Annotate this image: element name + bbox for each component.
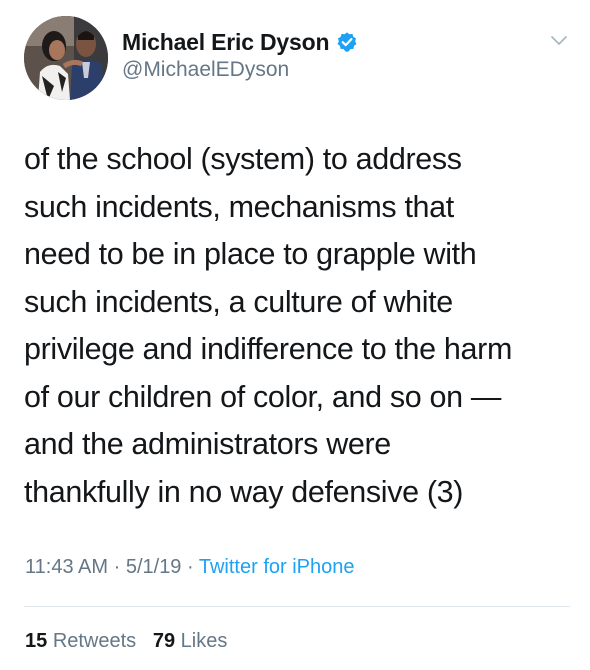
tweet-text: of the school (system) to address such i… [24, 136, 569, 516]
tweet-text-line: privilege and indifference to the harm [24, 332, 512, 366]
tweet-time[interactable]: 11:43 AM [25, 556, 108, 578]
tweet-stats: 15 Retweets 79 Likes [25, 630, 227, 653]
tweet-meta: 11:43 AM · 5/1/19 · Twitter for iPhone [25, 556, 355, 579]
verified-badge-icon [336, 31, 358, 53]
tweet-text-line: need to be in place to grapple with [24, 237, 477, 271]
tweet-text-line: such incidents, mechanisms that [24, 189, 454, 224]
tweet-text-line: thankfully in no way defensive (3) [24, 474, 464, 509]
meta-separator: · [113, 556, 121, 578]
tweet-source-link[interactable]: Twitter for iPhone [199, 556, 355, 578]
author-block: Michael Eric Dyson @MichaelEDyson [122, 28, 358, 82]
avatar[interactable] [24, 16, 108, 100]
chevron-down-icon[interactable] [550, 34, 568, 46]
tweet-text-line: such incidents, a culture of white [24, 284, 453, 319]
tweet-card: Michael Eric Dyson @MichaelEDyson of the… [0, 0, 590, 670]
divider [24, 606, 570, 607]
profile-photo-icon [24, 16, 108, 100]
retweets-count: 15 [25, 630, 48, 652]
likes-count: 79 [152, 630, 176, 652]
retweets-stat[interactable]: 15 Retweets [25, 630, 136, 652]
tweet-text-line: of the school (system) to address [24, 142, 462, 176]
name-row: Michael Eric Dyson [122, 28, 358, 56]
meta-separator: · [187, 556, 194, 578]
retweets-label: Retweets [52, 630, 137, 652]
likes-stat[interactable]: 79 Likes [153, 630, 228, 652]
tweet-text-line: of our children of color, and so on — [24, 379, 502, 414]
likes-label: Likes [180, 630, 228, 652]
display-name[interactable]: Michael Eric Dyson [122, 29, 330, 56]
tweet-date[interactable]: 5/1/19 [126, 556, 182, 578]
tweet-text-line: and the administrators were [24, 427, 391, 461]
user-handle[interactable]: @MichaelEDyson [122, 58, 358, 82]
